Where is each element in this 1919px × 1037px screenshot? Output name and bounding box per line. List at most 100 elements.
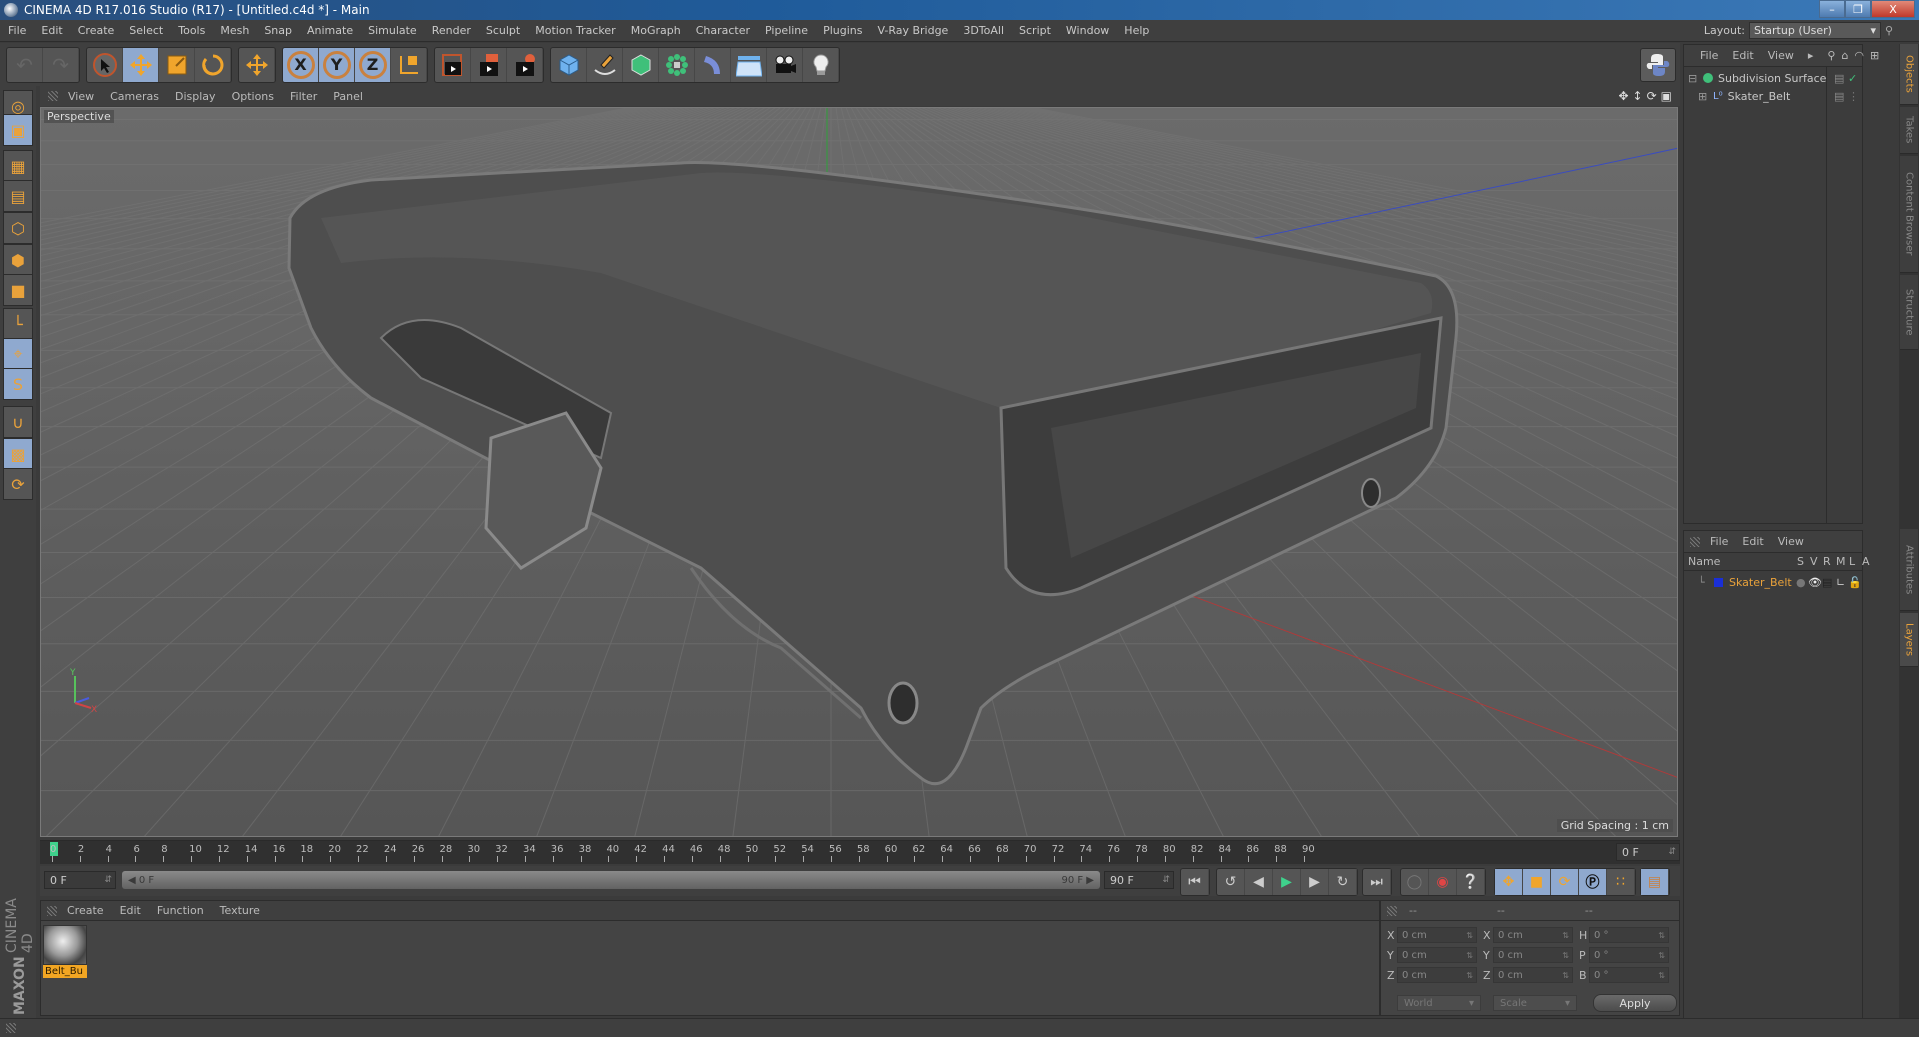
side-tab-takes[interactable]: Takes — [1900, 107, 1918, 154]
viewport-menu-filter[interactable]: Filter — [290, 90, 317, 103]
spinner-icon[interactable]: ⇅ — [1658, 931, 1665, 940]
position-z-field[interactable]: 0 cm ⇅ — [1397, 967, 1477, 983]
z-axis-lock-button[interactable]: Z — [355, 47, 391, 82]
new-view-icon[interactable]: ⊞ — [1870, 49, 1879, 62]
render-view-button[interactable] — [435, 47, 471, 82]
position-x-field[interactable]: 0 cm ⇅ — [1397, 927, 1477, 943]
collapse-icon[interactable]: ⊟ — [1688, 72, 1698, 85]
undo-button[interactable]: ↶ — [7, 47, 43, 82]
menu-animate[interactable]: Animate — [307, 24, 353, 37]
spinner-icon[interactable]: ⇅ — [1562, 951, 1569, 960]
eye-icon[interactable]: ◠ — [1854, 49, 1864, 62]
menu-tools[interactable]: Tools — [178, 24, 205, 37]
viewport-menu-panel[interactable]: Panel — [333, 90, 363, 103]
menu-motion-tracker[interactable]: Motion Tracker — [535, 24, 615, 37]
panel-grip-icon[interactable] — [47, 905, 57, 916]
skater-belt-model[interactable] — [287, 161, 1459, 786]
layer-column-a[interactable]: A — [1862, 555, 1870, 568]
key-rotation-button[interactable]: ⟳ — [1551, 869, 1579, 895]
home-icon[interactable]: ⌂ — [1841, 49, 1848, 62]
next-key-button[interactable]: ↻ — [1329, 869, 1357, 895]
dolly-view-icon[interactable]: ↕ — [1633, 89, 1643, 103]
menu-simulate[interactable]: Simulate — [368, 24, 417, 37]
spinner-icon[interactable]: ⇅ — [1466, 971, 1473, 980]
menu-render[interactable]: Render — [432, 24, 471, 37]
cube-button[interactable] — [551, 47, 587, 82]
python-button[interactable] — [1640, 48, 1676, 82]
side-tab-structure[interactable]: Structure — [1900, 275, 1918, 350]
panel-grip-icon[interactable] — [1387, 905, 1397, 916]
coordinate-mode-dropdown[interactable]: Scale ▾ — [1493, 995, 1577, 1011]
texture-mode-button[interactable]: ▦ — [3, 150, 33, 182]
menu-help[interactable]: Help — [1124, 24, 1149, 37]
layer-row[interactable]: └ Skater_Belt ● 👁 ▤ ∟ 🔓 — [1684, 573, 1862, 591]
spinner-icon[interactable]: ⇵ — [1162, 875, 1170, 885]
end-frame-field[interactable]: 90 F ⇵ — [1104, 871, 1174, 889]
lock-icon[interactable]: 🔓 — [1848, 576, 1862, 589]
menu-sculpt[interactable]: Sculpt — [486, 24, 520, 37]
tweak-mode-button[interactable]: ⌖ — [3, 338, 33, 370]
material-menu-create[interactable]: Create — [67, 904, 104, 917]
next-frame-button[interactable]: ▶ — [1301, 869, 1329, 895]
restore-button[interactable]: ❐ — [1845, 0, 1871, 18]
layer-column-name[interactable]: Name — [1688, 555, 1720, 568]
spinner-icon[interactable]: ⇅ — [1466, 931, 1473, 940]
record-active-objects-button[interactable]: ◉ — [1429, 869, 1457, 895]
light-button[interactable] — [803, 47, 839, 82]
perspective-viewport[interactable]: Y X Perspective Grid Spacing : 1 cm — [40, 107, 1678, 837]
rotate-view-icon[interactable]: ⟳ — [1647, 89, 1657, 103]
side-tab-objects[interactable]: Objects — [1900, 44, 1918, 105]
rotation-b-field[interactable]: 0 ° ⇅ — [1589, 967, 1669, 983]
spline-pen-button[interactable] — [587, 47, 623, 82]
menu-create[interactable]: Create — [78, 24, 115, 37]
recent-tool-button[interactable] — [239, 47, 275, 82]
key-point-level-button[interactable]: ∷ — [1607, 869, 1635, 895]
play-button[interactable]: ▶ — [1273, 869, 1301, 895]
viewport-menu-view[interactable]: View — [68, 90, 94, 103]
floor-button[interactable] — [731, 47, 767, 82]
timeline-window-button[interactable]: ▤ — [1641, 869, 1669, 895]
x-axis-lock-button[interactable]: X — [283, 47, 319, 82]
menu-script[interactable]: Script — [1019, 24, 1051, 37]
material-item[interactable]: Belt_Bu — [43, 925, 87, 978]
close-button[interactable]: X — [1871, 0, 1915, 18]
scale-tool-button[interactable] — [159, 47, 195, 82]
polygons-mode-button[interactable]: ■ — [3, 274, 33, 306]
redo-button[interactable]: ↷ — [43, 47, 79, 82]
side-tab-layers[interactable]: Layers — [1900, 613, 1918, 667]
key-parameter-button[interactable]: Ⓟ — [1579, 869, 1607, 895]
key-scale-button[interactable]: ■ — [1523, 869, 1551, 895]
viewport-menu-options[interactable]: Options — [232, 90, 274, 103]
workplane-rotate-button[interactable]: ⟳ — [3, 468, 33, 500]
layer-menu-edit[interactable]: Edit — [1742, 535, 1763, 548]
menu-3dtoall[interactable]: 3DToAll — [963, 24, 1004, 37]
previous-frame-button[interactable]: ◀ — [1245, 869, 1273, 895]
layer-column-l[interactable]: L — [1849, 555, 1855, 568]
visible-eye-icon[interactable]: 👁 — [1808, 576, 1822, 589]
snap-magnet-button[interactable]: ∪ — [3, 406, 33, 438]
layer-column-s[interactable]: S — [1797, 555, 1804, 568]
search-icon[interactable]: ⚲ — [1827, 49, 1835, 62]
lock-workplane-button[interactable]: ▩ — [3, 438, 33, 470]
edges-mode-button[interactable]: ⬢ — [3, 244, 33, 276]
solo-icon[interactable]: ● — [1796, 576, 1806, 589]
menu-plugins[interactable]: Plugins — [823, 24, 862, 37]
material-menu-texture[interactable]: Texture — [220, 904, 260, 917]
more-menu-icon[interactable]: ▸ — [1808, 49, 1814, 62]
render-icon[interactable]: ▤ — [1822, 576, 1832, 589]
minimize-button[interactable]: – — [1819, 0, 1845, 18]
move-tool-button[interactable] — [123, 47, 159, 82]
timeline-ruler[interactable]: 0 F ⇵ 0 2 4 6 8 10 12 14 16 18 20 22 24 26 28 30 32 34 36 3… — [40, 840, 1680, 864]
menu-mesh[interactable]: Mesh — [220, 24, 249, 37]
apply-button[interactable]: Apply — [1593, 994, 1677, 1012]
position-y-field[interactable]: 0 cm ⇅ — [1397, 947, 1477, 963]
layer-column-v[interactable]: V — [1810, 555, 1818, 568]
layer-column-r[interactable]: R — [1823, 555, 1831, 568]
expand-icon[interactable]: ⊞ — [1698, 90, 1708, 103]
spinner-icon[interactable]: ⇅ — [1658, 951, 1665, 960]
points-mode-button[interactable]: ⬡ — [3, 212, 33, 244]
panel-grip-icon[interactable] — [48, 91, 58, 101]
move-view-icon[interactable]: ✥ — [1618, 89, 1628, 103]
y-axis-lock-button[interactable]: Y — [319, 47, 355, 82]
start-frame-field[interactable]: 0 F ⇵ — [44, 871, 116, 889]
